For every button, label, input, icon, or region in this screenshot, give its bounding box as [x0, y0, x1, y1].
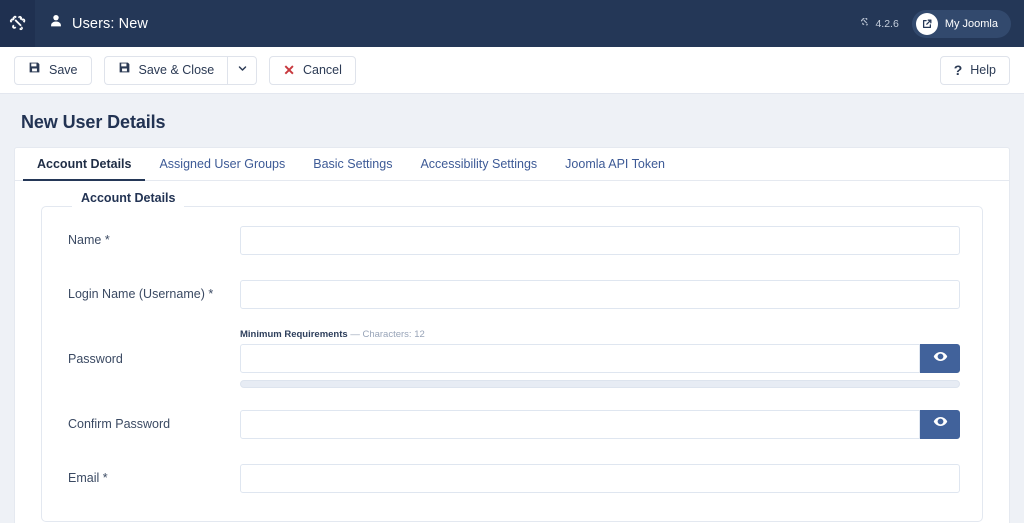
chevron-down-icon	[237, 61, 248, 79]
fieldset-legend: Account Details	[72, 191, 185, 205]
tab-joomla-api-token[interactable]: Joomla API Token	[551, 148, 679, 180]
tab-bar: Account Details Assigned User Groups Bas…	[15, 148, 1009, 181]
save-and-close-button[interactable]: Save & Close	[103, 55, 228, 85]
help-label: Help	[970, 63, 996, 77]
field-row-password: Password Minimum Requirements — Characte…	[64, 321, 960, 397]
content-card: Account Details Assigned User Groups Bas…	[14, 147, 1010, 523]
password-requirements-title: Minimum Requirements	[240, 328, 348, 340]
toggle-confirm-password-visibility-button[interactable]	[920, 409, 960, 439]
name-input[interactable]	[240, 225, 960, 255]
save-label: Save	[49, 63, 78, 77]
top-page-title: Users: New	[72, 15, 148, 32]
email-field[interactable]	[240, 463, 960, 493]
my-joomla-label: My Joomla	[944, 17, 998, 30]
tab-label: Basic Settings	[313, 157, 393, 171]
toolbar-right-group: ? Help	[939, 55, 1010, 85]
user-icon	[49, 14, 63, 33]
page-title: New User Details	[21, 112, 166, 132]
joomla-mark-icon	[860, 17, 870, 30]
save-button[interactable]: Save	[14, 55, 92, 85]
password-label: Password	[68, 352, 123, 366]
floppy-disk-icon	[28, 61, 41, 79]
confirm-password-input-group	[240, 409, 960, 439]
toggle-password-visibility-button[interactable]	[920, 344, 960, 374]
eye-icon	[933, 414, 948, 434]
tab-basic-settings[interactable]: Basic Settings	[299, 148, 406, 180]
password-strength-meter	[240, 380, 960, 389]
tab-assigned-user-groups[interactable]: Assigned User Groups	[145, 148, 299, 180]
joomla-version-indicator: 4.2.6	[860, 17, 899, 30]
close-x-icon: ✕	[283, 62, 295, 78]
question-mark-icon: ?	[953, 62, 963, 78]
name-label: Name *	[68, 233, 110, 247]
joomla-brand-home-link[interactable]	[0, 0, 35, 47]
help-button[interactable]: ? Help	[939, 55, 1010, 85]
external-link-icon	[915, 12, 938, 35]
confirm-password-input[interactable]	[240, 409, 920, 439]
tab-label: Account Details	[37, 157, 132, 171]
tab-label: Joomla API Token	[565, 157, 666, 171]
login-name-label: Login Name (Username) *	[68, 287, 214, 301]
field-row-email: Email *	[64, 451, 960, 505]
floppy-disk-icon	[118, 61, 131, 79]
tab-label: Assigned User Groups	[159, 157, 286, 171]
tab-label: Accessibility Settings	[420, 157, 538, 171]
editor-toolbar: Save Save & Close ✕ Cancel ? Help	[0, 47, 1024, 94]
toolbar-left-group: Save Save & Close ✕ Cancel	[14, 55, 356, 85]
header-right-group: 4.2.6 My Joomla	[860, 0, 1024, 47]
account-details-form: Account Details Name * Login Name (Usern…	[15, 181, 1009, 522]
page-body: New User Details Account Details Assigne…	[0, 94, 1024, 523]
login-name-input[interactable]	[240, 279, 960, 309]
field-row-name: Name *	[64, 213, 960, 267]
save-dropdown-toggle[interactable]	[227, 55, 258, 85]
my-joomla-button[interactable]: My Joomla	[911, 9, 1011, 38]
cancel-button[interactable]: ✕ Cancel	[269, 55, 356, 85]
confirm-password-label: Confirm Password	[68, 417, 171, 431]
account-details-fieldset: Account Details Name * Login Name (Usern…	[41, 191, 983, 522]
field-row-login-name: Login Name (Username) *	[64, 267, 960, 321]
field-row-confirm-password: Confirm Password	[64, 397, 960, 451]
tab-accessibility-settings[interactable]: Accessibility Settings	[406, 148, 551, 180]
password-requirements-detail: — Characters: 12	[350, 328, 425, 340]
version-number: 4.2.6	[875, 17, 899, 30]
top-header-bar: Users: New 4.2.6 My Joomla	[0, 0, 1024, 47]
password-input[interactable]	[240, 344, 920, 374]
eye-icon	[933, 349, 948, 369]
cancel-label: Cancel	[302, 63, 342, 77]
joomla-logo-icon	[8, 14, 27, 33]
tab-account-details[interactable]: Account Details	[23, 148, 146, 181]
password-input-group	[240, 344, 960, 374]
save-close-split-button: Save & Close	[103, 55, 258, 85]
save-and-close-label: Save & Close	[138, 63, 215, 77]
email-label: Email *	[68, 471, 108, 485]
page-title-group: Users: New	[35, 0, 148, 47]
password-requirements-note: Minimum Requirements — Characters: 12	[240, 328, 960, 340]
